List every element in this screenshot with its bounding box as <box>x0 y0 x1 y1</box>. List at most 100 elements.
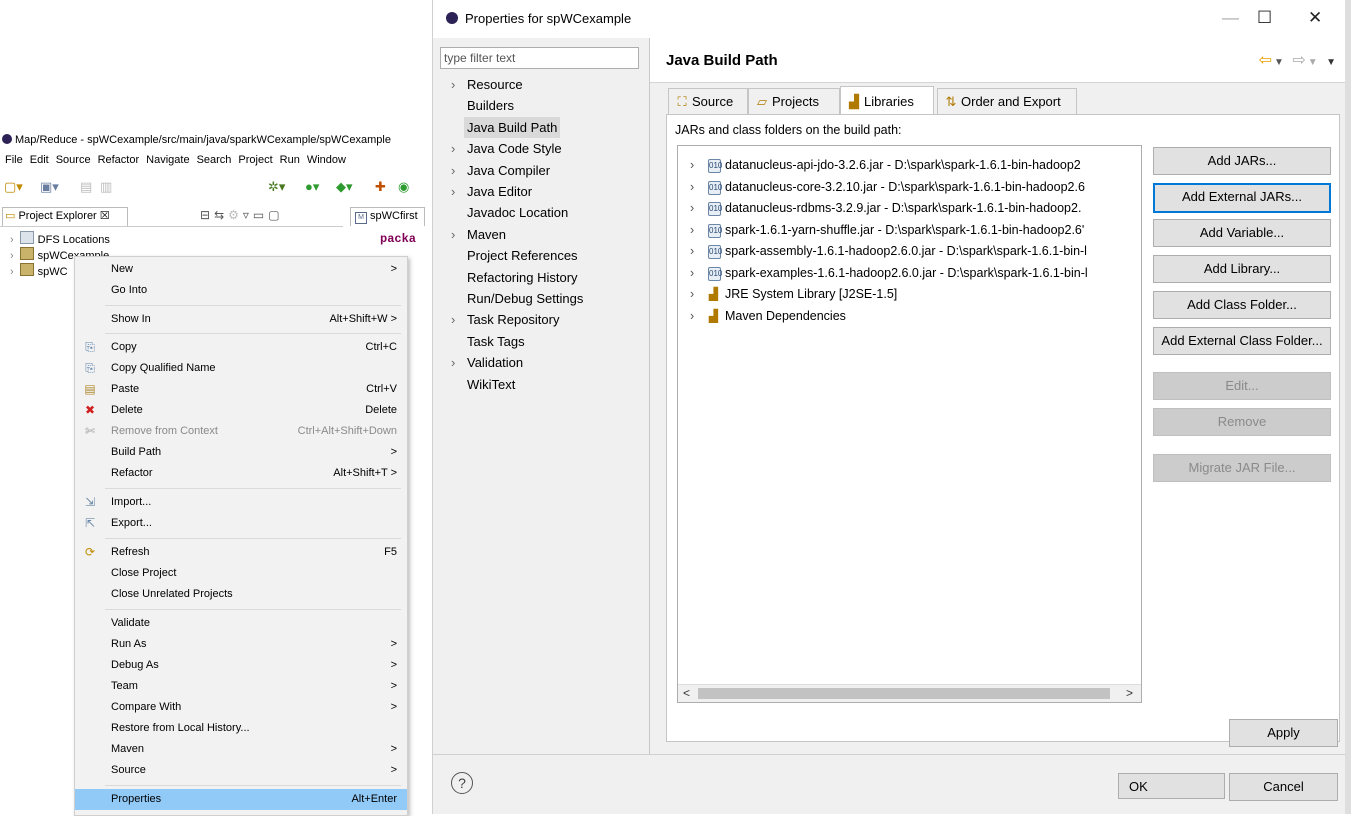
menu-item-show-in[interactable]: Show In Alt+Shift+W > <box>75 309 407 330</box>
menu-item-refresh[interactable]: ⟳ Refresh F5 <box>75 542 407 563</box>
nav-item-validation[interactable]: › Validation <box>451 352 523 373</box>
debug-icon[interactable]: ✲▾ <box>268 179 285 195</box>
filter-input[interactable]: type filter text <box>440 47 639 69</box>
menu-item-properties[interactable]: Properties Alt+Enter <box>75 789 407 810</box>
menu-item-team[interactable]: Team > <box>75 676 407 697</box>
menu-item-delete[interactable]: ✖ Delete Delete <box>75 400 407 421</box>
chevron-right-icon[interactable]: › <box>10 234 14 246</box>
menu-item-paste[interactable]: ▤ Paste Ctrl+V <box>75 379 407 400</box>
menu-refactor[interactable]: Refactor <box>98 154 140 166</box>
menu-item-source[interactable]: Source > <box>75 760 407 781</box>
new-type-icon[interactable]: ▣▾ <box>40 179 59 195</box>
maximize-icon[interactable]: ▢ <box>268 208 283 222</box>
new-package-icon[interactable]: ✚ <box>375 179 386 195</box>
menu-item-refactor[interactable]: Refactor Alt+Shift+T > <box>75 463 407 484</box>
chevron-right-icon[interactable]: › <box>10 250 14 262</box>
menu-source[interactable]: Source <box>56 154 91 166</box>
chevron-right-icon[interactable]: › <box>690 197 694 219</box>
cancel-button[interactable]: Cancel <box>1229 773 1338 801</box>
nav-item-java-code-style[interactable]: › Java Code Style <box>451 138 562 159</box>
save-icon[interactable]: ▤ <box>80 179 92 195</box>
scroll-left-icon[interactable]: < <box>683 685 690 702</box>
view-menu-icon[interactable]: ▿ <box>243 208 253 222</box>
add-library-button[interactable]: Add Library... <box>1153 255 1331 283</box>
ok-button[interactable]: OK <box>1118 773 1225 799</box>
horizontal-scrollbar[interactable]: < > <box>678 684 1141 702</box>
chevron-right-icon[interactable]: › <box>451 181 455 202</box>
edit-button[interactable]: Edit... <box>1153 372 1331 400</box>
nav-item-refactoring-history[interactable]: Refactoring History <box>467 267 578 288</box>
library-row[interactable]: › 010 spark-1.6.1-yarn-shuffle.jar - D:\sp… <box>678 219 1141 241</box>
open-type-icon[interactable]: ◉ <box>398 179 409 195</box>
chevron-right-icon[interactable]: › <box>451 74 455 95</box>
menu-item-go-into[interactable]: Go Into <box>75 280 407 301</box>
chevron-right-icon[interactable]: › <box>690 219 694 241</box>
editor-tab[interactable]: MspWCfirst <box>350 207 425 226</box>
nav-item-run-debug-settings[interactable]: Run/Debug Settings <box>467 288 583 309</box>
nav-item-resource[interactable]: › Resource <box>451 74 523 95</box>
menu-item-copy[interactable]: ⎘ Copy Ctrl+C <box>75 337 407 358</box>
minimize-icon[interactable]: ▭ <box>253 208 268 222</box>
tab-libraries[interactable]: ▟ Libraries <box>840 86 934 114</box>
view-menu-icon[interactable]: ▼ <box>1326 57 1338 68</box>
nav-item-javadoc-location[interactable]: Javadoc Location <box>467 202 568 223</box>
menu-item-new[interactable]: New > <box>75 259 407 280</box>
nav-item-java-editor[interactable]: › Java Editor <box>451 181 532 202</box>
menu-item-maven[interactable]: Maven > <box>75 739 407 760</box>
add-jars-button[interactable]: Add JARs... <box>1153 147 1331 175</box>
editor-code[interactable]: packa <box>380 232 416 246</box>
nav-item-builders[interactable]: Builders <box>467 95 514 116</box>
tree-item-spwc[interactable]: › spWC <box>10 263 68 279</box>
chevron-right-icon[interactable]: › <box>10 266 14 278</box>
link-editor-icon[interactable]: ⇆ <box>214 208 228 222</box>
collapse-all-icon[interactable]: ⊟ <box>200 208 214 222</box>
minimize-icon[interactable]: — <box>1222 8 1239 28</box>
nav-item-maven[interactable]: › Maven <box>451 224 506 245</box>
library-row[interactable]: › 010 datanucleus-rdbms-3.2.9.jar - D:\spa… <box>678 197 1141 219</box>
chevron-right-icon[interactable]: › <box>690 262 694 284</box>
chevron-right-icon[interactable]: › <box>451 224 455 245</box>
back-arrow-icon[interactable]: ⇦ <box>1259 52 1274 69</box>
menu-edit[interactable]: Edit <box>30 154 49 166</box>
nav-item-wikitext[interactable]: WikiText <box>467 374 515 395</box>
chevron-right-icon[interactable]: › <box>451 352 455 373</box>
chevron-right-icon[interactable]: › <box>690 176 694 198</box>
menu-item-export[interactable]: ⇱ Export... <box>75 513 407 534</box>
filter-icon[interactable]: ⚙ <box>228 208 243 222</box>
library-row[interactable]: › 010 spark-examples-1.6.1-hadoop2.6.0.jar… <box>678 262 1141 284</box>
help-icon[interactable]: ? <box>451 772 473 794</box>
apply-button[interactable]: Apply <box>1229 719 1338 747</box>
chevron-right-icon[interactable]: › <box>690 240 694 262</box>
menu-item-restore-from-local-history[interactable]: Restore from Local History... <box>75 718 407 739</box>
tree-item-dfs-locations[interactable]: › DFS Locations <box>10 231 110 247</box>
menu-item-close-project[interactable]: Close Project <box>75 563 407 584</box>
menu-item-import[interactable]: ⇲ Import... <box>75 492 407 513</box>
tab-source[interactable]: ⛶ Source <box>668 88 748 114</box>
forward-arrow-icon[interactable]: ⇨ <box>1292 52 1307 69</box>
scroll-thumb[interactable] <box>698 688 1110 699</box>
add-external-class-folder-button[interactable]: Add External Class Folder... <box>1153 327 1331 355</box>
chevron-right-icon[interactable]: › <box>690 305 694 327</box>
menu-item-copy-qualified-name[interactable]: ⎘ Copy Qualified Name <box>75 358 407 379</box>
menu-item-remove-from-context[interactable]: ✄ Remove from Context Ctrl+Alt+Shift+Down <box>75 421 407 442</box>
chevron-right-icon[interactable]: › <box>451 138 455 159</box>
chevron-right-icon[interactable]: › <box>451 160 455 181</box>
chevron-right-icon[interactable]: › <box>690 154 694 176</box>
save-all-icon[interactable]: ▥ <box>100 179 112 195</box>
new-wizard-icon[interactable]: ▢▾ <box>4 179 23 195</box>
run-icon[interactable]: ●▾ <box>305 179 319 195</box>
library-row[interactable]: › ▟ JRE System Library [J2SE-1.5] <box>678 283 1141 305</box>
chevron-right-icon[interactable]: › <box>690 283 694 305</box>
menu-project[interactable]: Project <box>238 154 272 166</box>
chevron-right-icon[interactable]: › <box>451 309 455 330</box>
menu-item-run-as[interactable]: Run As > <box>75 634 407 655</box>
menu-navigate[interactable]: Navigate <box>146 154 189 166</box>
library-row[interactable]: › 010 spark-assembly-1.6.1-hadoop2.6.0.jar… <box>678 240 1141 262</box>
library-row[interactable]: › 010 datanucleus-core-3.2.10.jar - D:\spa… <box>678 176 1141 198</box>
remove-button[interactable]: Remove <box>1153 408 1331 436</box>
nav-item-java-build-path[interactable]: Java Build Path <box>464 116 561 138</box>
menu-window[interactable]: Window <box>307 154 346 166</box>
library-row[interactable]: › ▟ Maven Dependencies <box>678 305 1141 327</box>
splitter[interactable] <box>649 38 650 754</box>
menu-file[interactable]: File <box>5 154 23 166</box>
